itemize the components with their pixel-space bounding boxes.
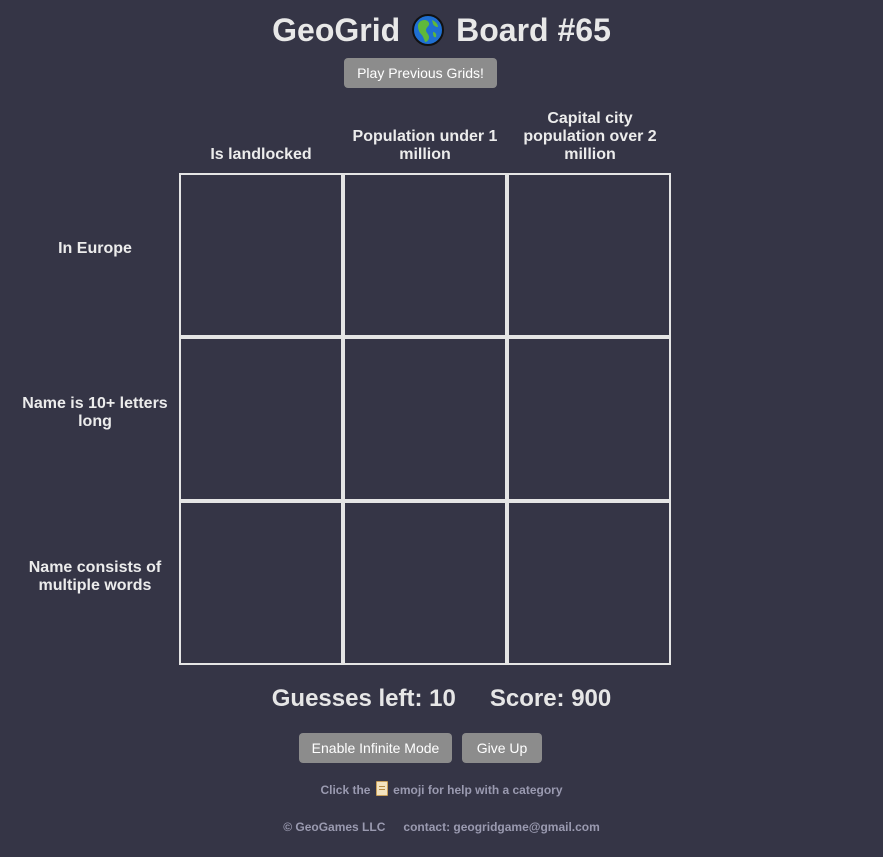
grid-cell-r3-c3[interactable] bbox=[507, 501, 671, 665]
column-header-1[interactable]: Is landlocked bbox=[179, 104, 343, 164]
globe-americas-icon bbox=[412, 13, 445, 46]
row-header-1[interactable]: In Europe bbox=[10, 167, 180, 331]
grid-cell-r2-c3[interactable] bbox=[507, 337, 671, 501]
grid-cell-r1-c1[interactable] bbox=[179, 173, 343, 337]
give-up-button[interactable]: Give Up bbox=[462, 733, 542, 763]
enable-infinite-mode-button[interactable]: Enable Infinite Mode bbox=[299, 733, 452, 763]
grid-cell-r3-c2[interactable] bbox=[343, 501, 507, 665]
row-header-2[interactable]: Name is 10+ letters long bbox=[10, 331, 180, 495]
grid-cell-r1-c2[interactable] bbox=[343, 173, 507, 337]
row-header-3[interactable]: Name consists of multiple words bbox=[10, 495, 180, 659]
column-header-3[interactable]: Capital city population over 2 million bbox=[508, 104, 672, 164]
column-header-2[interactable]: Population under 1 million bbox=[343, 104, 507, 164]
game-grid bbox=[179, 173, 671, 665]
scroll-icon bbox=[375, 781, 388, 796]
help-text-before: Click the bbox=[320, 783, 371, 797]
grid-cell-r1-c3[interactable] bbox=[507, 173, 671, 337]
game-stats: Guesses left: 10 Score: 900 bbox=[0, 684, 883, 714]
guesses-left: Guesses left: 10 bbox=[271, 685, 456, 712]
play-previous-grids-button[interactable]: Play Previous Grids! bbox=[344, 58, 497, 88]
grid-cell-r3-c1[interactable] bbox=[179, 501, 343, 665]
help-hint: Click the emoji for help with a category bbox=[0, 781, 883, 798]
copyright: © GeoGames LLC bbox=[283, 820, 386, 834]
app-name: GeoGrid bbox=[272, 12, 401, 48]
score: Score: 900 bbox=[489, 685, 612, 712]
grid-cell-r2-c2[interactable] bbox=[343, 337, 507, 501]
grid-cell-r2-c1[interactable] bbox=[179, 337, 343, 501]
help-text-after: emoji for help with a category bbox=[393, 783, 563, 797]
contact-email[interactable]: contact: geogridgame@gmail.com bbox=[403, 820, 599, 834]
footer: © GeoGames LLC contact: geogridgame@gmail… bbox=[0, 819, 883, 835]
board-label: Board #65 bbox=[456, 12, 611, 48]
page-title: GeoGrid Board #65 bbox=[0, 10, 883, 50]
